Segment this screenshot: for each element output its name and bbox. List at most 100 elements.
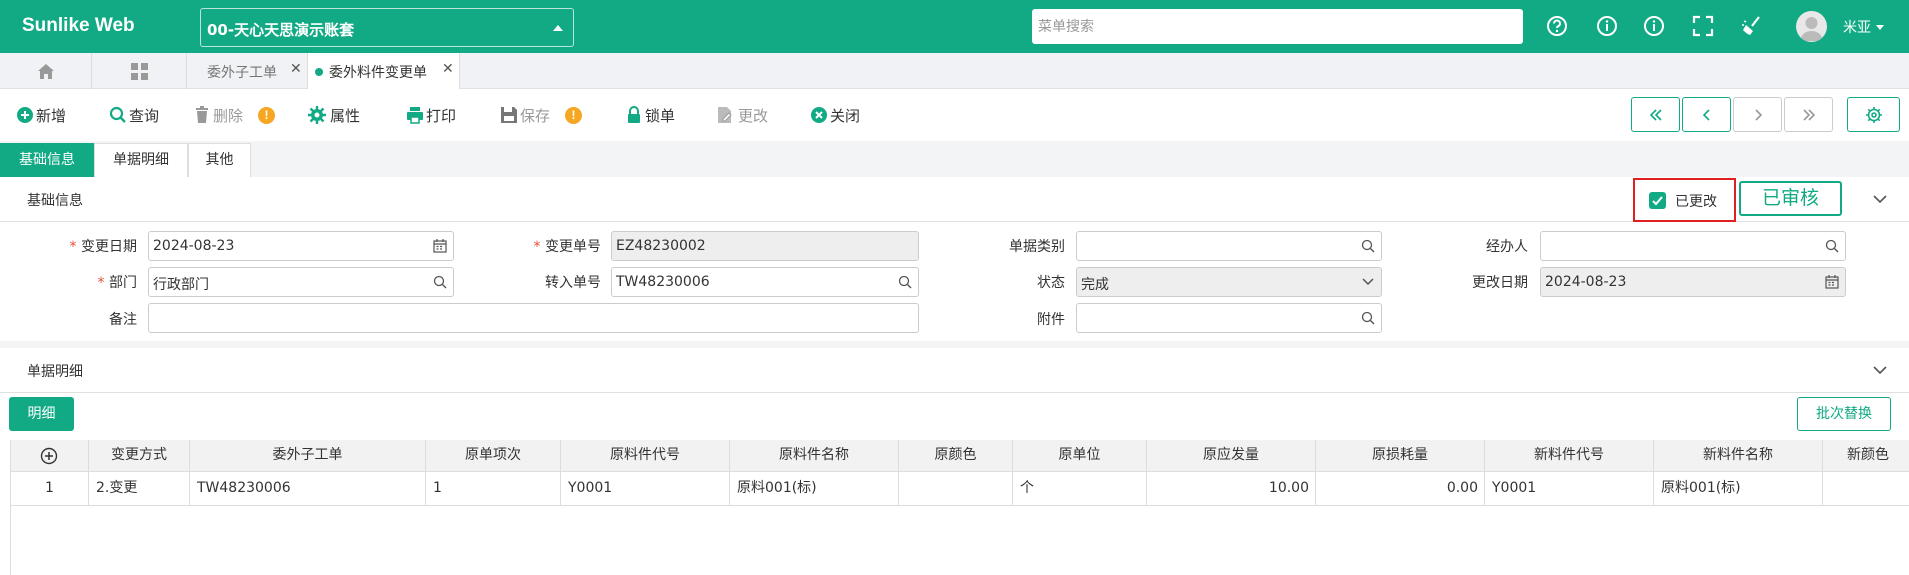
tab-outsource-material-change[interactable]: 委外料件变更单 ✕ [308,53,460,89]
cell-new-part-name[interactable]: 原料001(标) [1654,472,1823,506]
close-button[interactable]: 关闭 [810,104,866,126]
change-no-field[interactable]: EZ48230002 [611,231,919,261]
close-icon[interactable]: ✕ [290,61,302,77]
apps-tab[interactable] [92,53,187,89]
home-icon [38,64,54,79]
delete-button[interactable]: 删除 [193,104,249,126]
fullscreen-icon[interactable] [1692,15,1714,37]
add-button[interactable]: 新增 [16,104,72,126]
chevron-down-icon[interactable] [1873,366,1887,375]
cell-orig-loss-qty[interactable]: 0.00 [1316,472,1485,506]
help-icon[interactable] [1546,15,1568,37]
chevron-left-icon [1702,109,1710,121]
plus-circle-icon[interactable] [40,447,58,465]
next-record-button[interactable] [1733,97,1782,132]
user-name[interactable]: 米亚 [1843,17,1871,37]
chevron-down-icon[interactable] [1361,275,1375,289]
subtab-doc-detail[interactable]: 单据明细 [94,143,188,177]
tab-outsource-sub-order[interactable]: 委外子工单 ✕ [187,53,308,89]
account-selector[interactable]: 00-天心天思演示账套 [200,8,574,47]
change-date-field[interactable]: 2024-08-23 [148,231,454,261]
home-tab[interactable] [0,53,92,89]
remark-field[interactable] [148,303,919,333]
col-header[interactable]: 原单位 [1013,440,1147,472]
settings-button[interactable] [1847,97,1900,132]
properties-button[interactable]: 属性 [308,104,364,126]
previous-record-button[interactable] [1682,97,1731,132]
section-title: 基础信息 [27,193,83,209]
about-icon[interactable] [1643,15,1665,37]
change-date-label: * 变更日期 [69,239,137,255]
col-header[interactable]: 原料件代号 [561,440,730,472]
col-header[interactable]: 新料件代号 [1485,440,1654,472]
search-icon[interactable] [1361,239,1375,253]
cell-orig-color[interactable] [899,472,1013,506]
calendar-icon[interactable] [433,239,447,253]
search-icon[interactable] [1825,239,1839,253]
subtab-basic-info[interactable]: 基础信息 [0,143,94,177]
search-icon[interactable] [898,275,912,289]
modified-flag[interactable]: 已更改 [1633,178,1736,222]
search-icon[interactable] [1361,311,1375,325]
add-row-cell[interactable] [11,440,89,472]
info-icon[interactable] [1596,15,1618,37]
modify-date-label: 更改日期 [1472,275,1528,291]
modify-date-field[interactable]: 2024-08-23 [1540,267,1846,297]
col-header[interactable]: 新颜色 [1823,440,1909,472]
broom-icon[interactable] [1741,15,1763,37]
search-icon[interactable] [433,275,447,289]
col-header[interactable]: 变更方式 [89,440,190,472]
col-header[interactable]: 原应发量 [1147,440,1316,472]
status-select[interactable]: 完成 [1076,267,1382,297]
col-header[interactable]: 原颜色 [899,440,1013,472]
checkbox-checked-icon[interactable] [1649,192,1666,209]
col-header[interactable]: 委外子工单 [190,440,426,472]
caret-down-icon[interactable] [1876,25,1884,30]
calendar-icon[interactable] [1825,275,1839,289]
detail-header[interactable]: 单据明细 [0,348,1909,393]
cell-change-method[interactable]: 2.变更 [89,472,190,506]
cell-orig-part-name[interactable]: 原料001(标) [730,472,899,506]
col-header[interactable]: 原损耗量 [1316,440,1485,472]
modified-label: 已更改 [1675,194,1717,210]
modify-button[interactable]: 更改 [716,104,772,126]
transfer-no-field[interactable]: TW48230006 [611,267,919,297]
tab-label: 委外子工单 [207,65,277,81]
save-button[interactable]: 保存 [500,104,556,126]
chevron-down-icon[interactable] [1873,195,1887,204]
department-field[interactable]: 行政部门 [148,267,454,297]
col-header[interactable]: 原单项次 [426,440,561,472]
cell-new-part-code[interactable]: Y0001 [1485,472,1654,506]
subtab-other[interactable]: 其他 [188,143,251,177]
lock-button[interactable]: 锁单 [625,104,681,126]
cell-orig-part-code[interactable]: Y0001 [561,472,730,506]
status-label: 状态 [1037,275,1065,291]
caret-up-icon [553,25,563,31]
last-record-button[interactable] [1784,97,1833,132]
basic-info-header[interactable]: 基础信息 [0,177,1909,222]
handler-label: 经办人 [1486,239,1528,255]
print-button[interactable]: 打印 [406,104,462,126]
batch-replace-button[interactable]: 批次替换 [1797,397,1891,431]
section-title: 单据明细 [27,364,83,380]
cell-orig-item[interactable]: 1 [426,472,561,506]
table-row[interactable]: 1 2.变更 TW48230006 1 Y0001 原料001(标) 个 10.… [11,472,1909,506]
cell-orig-issue-qty[interactable]: 10.00 [1147,472,1316,506]
menu-search-input[interactable] [1032,9,1523,44]
doc-category-field[interactable] [1076,231,1382,261]
first-record-button[interactable] [1631,97,1680,132]
cell-sub-order[interactable]: TW48230006 [190,472,426,506]
attachment-field[interactable] [1076,303,1382,333]
col-header[interactable]: 原料件名称 [730,440,899,472]
handler-field[interactable] [1540,231,1846,261]
avatar[interactable] [1796,11,1827,42]
query-button[interactable]: 查询 [109,104,165,126]
detail-grid: 变更方式 委外子工单 原单项次 原料件代号 原料件名称 原颜色 原单位 原应发量… [10,440,1909,575]
audited-stamp: 已审核 [1739,181,1842,216]
cell-orig-unit[interactable]: 个 [1013,472,1147,506]
col-header[interactable]: 新料件名称 [1654,440,1823,472]
cell-new-color[interactable] [1823,472,1909,506]
top-bar: Sunlike Web 00-天心天思演示账套 米亚 [0,0,1909,53]
detail-button[interactable]: 明细 [9,397,74,431]
close-icon[interactable]: ✕ [442,61,454,77]
